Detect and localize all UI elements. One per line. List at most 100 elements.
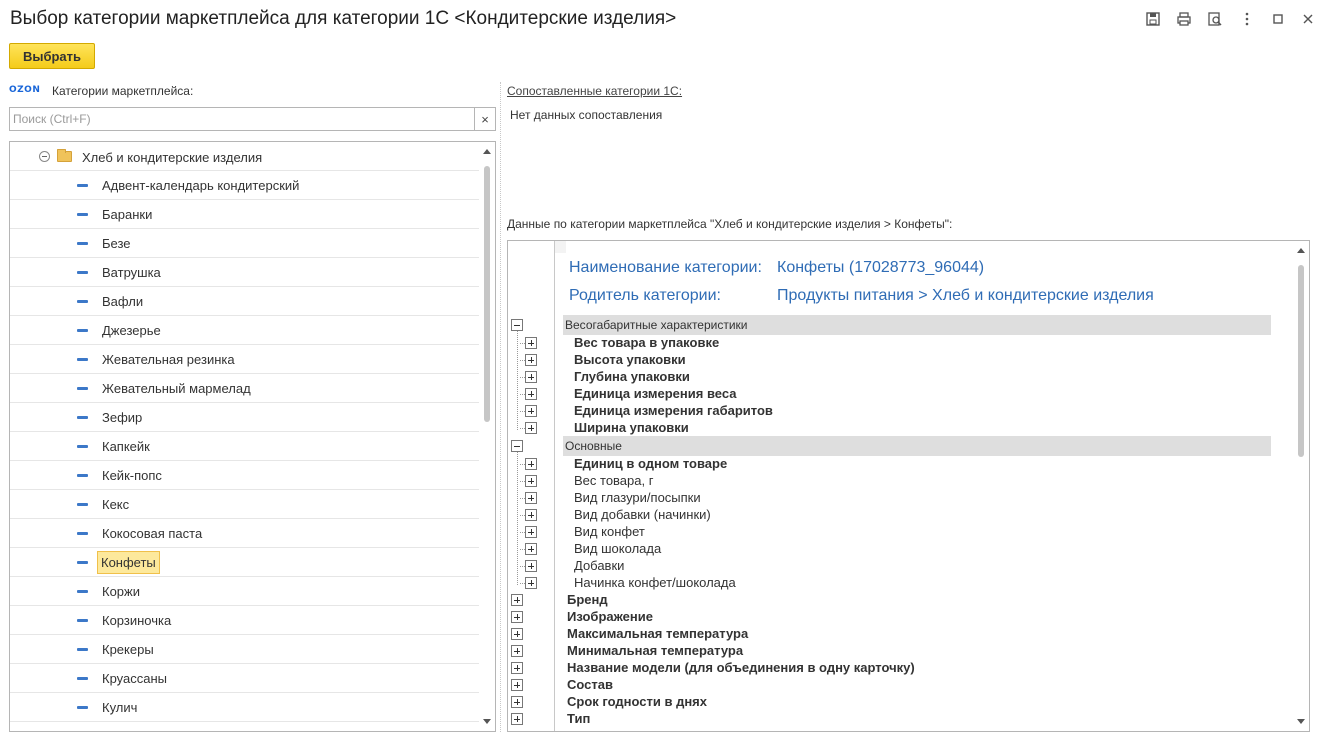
preview-icon[interactable] [1205, 9, 1225, 29]
tree-item[interactable]: Зефир [10, 403, 480, 432]
print-icon[interactable] [1174, 9, 1194, 29]
scroll-thumb[interactable] [1298, 265, 1304, 457]
mapped-categories-link[interactable]: Сопоставленные категории 1С: [507, 84, 682, 98]
expand-icon[interactable] [511, 628, 523, 640]
expand-icon[interactable] [525, 526, 537, 538]
property-item[interactable]: Глубина упаковки [574, 369, 690, 384]
tree-item[interactable]: Баранки [10, 200, 480, 229]
expand-icon[interactable] [511, 696, 523, 708]
scroll-thumb[interactable] [484, 166, 490, 422]
tree-item[interactable]: Корзиночка [10, 606, 480, 635]
property-item[interactable]: Минимальная температура [567, 643, 743, 658]
tree-connector [517, 452, 518, 585]
property-item[interactable]: Вид глазури/посыпки [574, 490, 701, 505]
property-item[interactable]: Вид конфет [574, 524, 645, 539]
expand-icon[interactable] [525, 354, 537, 366]
property-item[interactable]: Вид добавки (начинки) [574, 507, 711, 522]
property-item[interactable]: Вид шоколада [574, 541, 661, 556]
leaf-icon [77, 474, 88, 477]
tree-item[interactable]: Кокосовая паста [10, 519, 480, 548]
scroll-down-icon[interactable] [1297, 719, 1305, 724]
expand-icon[interactable] [525, 560, 537, 572]
leaf-icon [77, 590, 88, 593]
tree-item[interactable]: Адвент-календарь кондитерский [10, 171, 480, 200]
property-item[interactable]: Бренд [567, 592, 608, 607]
tree-item[interactable]: Жевательная резинка [10, 345, 480, 374]
scroll-down-icon[interactable] [483, 719, 491, 724]
expand-icon[interactable] [525, 371, 537, 383]
select-button[interactable]: Выбрать [9, 43, 95, 69]
leaf-icon [77, 561, 88, 564]
tree-item[interactable]: Круассаны [10, 664, 480, 693]
expand-icon[interactable] [511, 611, 523, 623]
maximize-icon[interactable] [1268, 9, 1288, 29]
tree-item[interactable]: Конфеты [10, 548, 480, 577]
property-item[interactable]: Вес товара, г [574, 473, 653, 488]
tree-item-label: Кокосовая паста [102, 526, 203, 541]
panel-divider[interactable] [500, 82, 501, 732]
property-group-header[interactable]: Основные [563, 436, 1271, 456]
search-input[interactable] [10, 108, 474, 130]
tree-item[interactable]: Безе [10, 229, 480, 258]
expand-icon[interactable] [511, 713, 523, 725]
tree-item[interactable]: Ватрушка [10, 258, 480, 287]
tree-item[interactable]: Крекеры [10, 635, 480, 664]
property-item[interactable]: Состав [567, 677, 613, 692]
tree-item-label: Корзиночка [102, 613, 172, 628]
expand-icon[interactable] [511, 594, 523, 606]
property-item[interactable]: Единиц в одном товаре [574, 456, 727, 471]
property-item[interactable]: Максимальная температура [567, 626, 748, 641]
more-icon[interactable] [1237, 9, 1257, 29]
leaf-icon [77, 706, 88, 709]
scroll-up-icon[interactable] [483, 149, 491, 154]
tree-item[interactable]: Кекс [10, 490, 480, 519]
leaf-icon [77, 271, 88, 274]
scroll-up-icon[interactable] [1297, 248, 1305, 253]
expand-icon[interactable] [525, 458, 537, 470]
property-item[interactable]: Вес товара в упаковке [574, 335, 719, 350]
property-item[interactable]: Добавки [574, 558, 624, 573]
expand-icon[interactable] [525, 337, 537, 349]
search-clear-button[interactable]: × [474, 108, 495, 130]
tree-item-label: Жевательный мармелад [102, 381, 251, 396]
tree-item[interactable]: Кулич [10, 693, 480, 722]
property-item[interactable]: Тип [567, 711, 590, 726]
save-icon[interactable] [1143, 9, 1163, 29]
tree-item[interactable]: Джезерье [10, 316, 480, 345]
expand-icon[interactable] [525, 422, 537, 434]
category-tree: Хлеб и кондитерские изделия Адвент-кален… [9, 141, 496, 732]
expand-icon[interactable] [525, 388, 537, 400]
tree-scrollbar[interactable] [479, 142, 495, 731]
property-item[interactable]: Срок годности в днях [567, 694, 707, 709]
property-item[interactable]: Название модели (для объединения в одну … [567, 660, 915, 675]
tree-item[interactable]: Капкейк [10, 432, 480, 461]
property-item[interactable]: Ширина упаковки [574, 420, 689, 435]
expand-icon[interactable] [525, 509, 537, 521]
property-item[interactable]: Начинка конфет/шоколада [574, 575, 736, 590]
expand-icon[interactable] [511, 679, 523, 691]
expand-icon[interactable] [525, 543, 537, 555]
collapse-icon[interactable] [39, 151, 50, 162]
property-item[interactable]: Высота упаковки [574, 352, 686, 367]
expand-icon[interactable] [525, 577, 537, 589]
expand-icon[interactable] [525, 492, 537, 504]
close-icon[interactable] [1298, 9, 1318, 29]
expand-icon[interactable] [525, 405, 537, 417]
tree-item[interactable]: Кейк-попс [10, 461, 480, 490]
tree-item[interactable]: Жевательный мармелад [10, 374, 480, 403]
expand-icon[interactable] [525, 475, 537, 487]
property-item[interactable]: Единица измерения габаритов [574, 403, 773, 418]
expand-icon[interactable] [511, 662, 523, 674]
property-item[interactable]: Изображение [567, 609, 653, 624]
leaf-icon [77, 416, 88, 419]
collapse-icon[interactable] [511, 319, 523, 331]
expand-icon[interactable] [511, 645, 523, 657]
property-group-header[interactable]: Весогабаритные характеристики [563, 315, 1271, 335]
property-item[interactable]: Единица измерения веса [574, 386, 736, 401]
collapse-icon[interactable] [511, 440, 523, 452]
tree-item[interactable]: Коржи [10, 577, 480, 606]
properties-scrollbar[interactable] [1294, 241, 1309, 731]
tree-connector [520, 515, 525, 516]
tree-item[interactable]: Вафли [10, 287, 480, 316]
tree-root-row[interactable]: Хлеб и кондитерские изделия [10, 142, 480, 171]
